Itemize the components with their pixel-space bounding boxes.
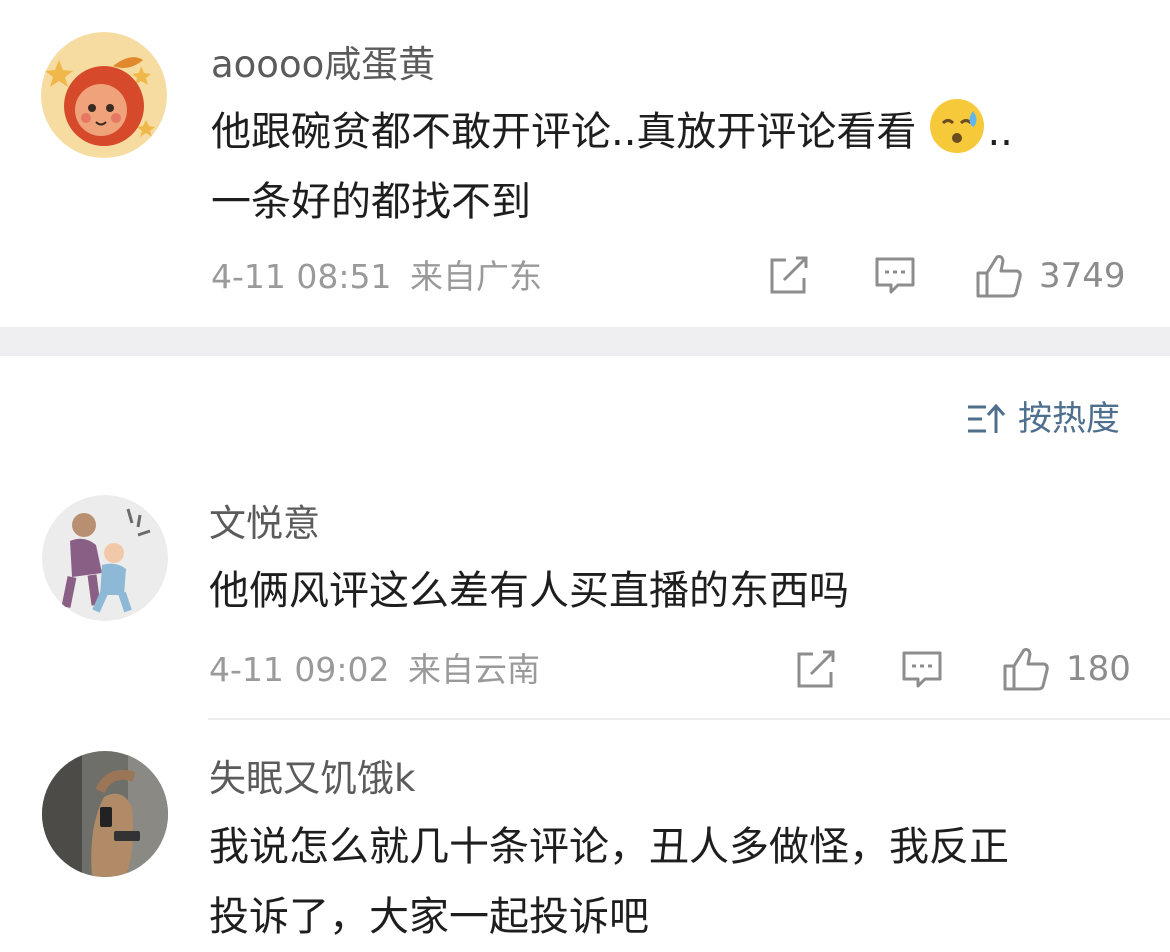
avatar[interactable] (41, 32, 167, 158)
comment-text: 他跟碗贫都不敢开评论..真放开评论看看 .. 一条好的都找不到 (211, 97, 1013, 237)
thumbs-up-icon (976, 255, 1022, 298)
sort-icon (968, 403, 1006, 433)
avatar[interactable] (42, 495, 168, 621)
section-separator (0, 327, 1170, 356)
timestamp: 4-11 08:51 (211, 257, 392, 296)
location: 来自广东 (410, 257, 542, 296)
location: 来自云南 (408, 650, 540, 689)
comment-text-tail: .. (987, 109, 1013, 155)
comment-text-line: 他俩风评这么差有人买直播的东西吗 (209, 568, 849, 614)
timestamp: 4-11 09:02 (209, 650, 390, 689)
share-icon (770, 256, 808, 294)
sort-toggle[interactable]: 按热度 (966, 402, 1120, 436)
share-icon (797, 650, 835, 688)
comment-text: 他俩风评这么差有人买直播的东西吗 (209, 556, 849, 626)
avatar[interactable] (42, 751, 168, 877)
username[interactable]: aoooo咸蛋黄 (211, 46, 435, 83)
like-count: 180 (1066, 649, 1131, 689)
comment-button[interactable] (874, 256, 916, 296)
username[interactable]: 失眠又饥饿k (209, 760, 415, 797)
comment-divider (208, 718, 1170, 720)
like-button[interactable]: 180 (1002, 646, 1131, 692)
comment-text-line: 他跟碗贫都不敢开评论..真放开评论看看 (211, 109, 917, 155)
sweat-smile-emoji (930, 99, 985, 153)
comment-icon (902, 651, 942, 688)
comment-text: 我说怎么就几十条评论，丑人多做怪，我反正 投诉了，大家一起投诉吧 (209, 812, 1009, 952)
comment-icon (875, 257, 915, 294)
comment-meta: 4-11 08:51 来自广东 (211, 260, 542, 293)
comment-button[interactable] (901, 650, 943, 690)
comment-text-line: 投诉了，大家一起投诉吧 (209, 894, 649, 940)
comment-text-line: 一条好的都找不到 (211, 179, 531, 225)
like-button[interactable]: 3749 (975, 253, 1126, 299)
thumbs-up-icon (1003, 648, 1049, 691)
share-button[interactable] (768, 256, 810, 296)
comment-meta: 4-11 09:02 来自云南 (209, 653, 540, 686)
comment-text-line: 我说怎么就几十条评论，丑人多做怪，我反正 (209, 824, 1009, 870)
share-button[interactable] (795, 650, 837, 690)
like-count: 3749 (1039, 256, 1126, 296)
sort-label: 按热度 (1018, 399, 1120, 439)
username[interactable]: 文悦意 (209, 505, 320, 542)
